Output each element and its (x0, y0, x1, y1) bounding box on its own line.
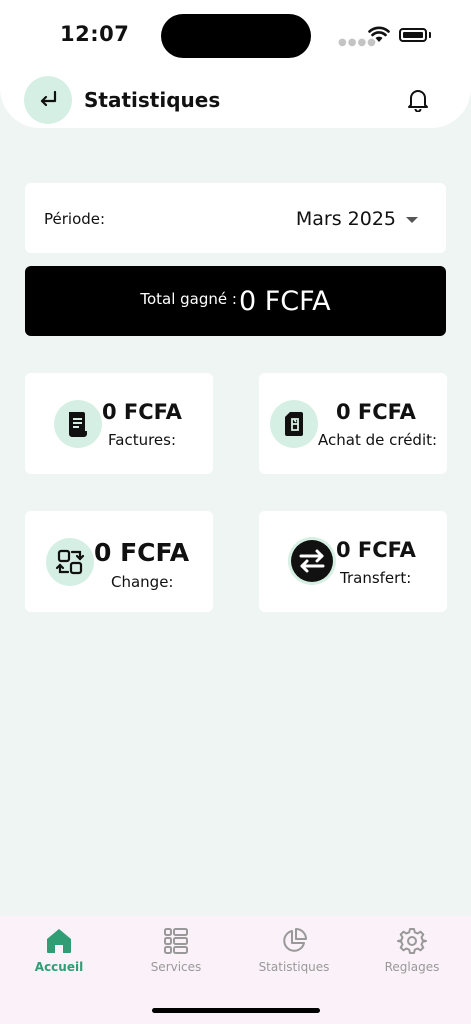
home-icon (47, 929, 71, 953)
stat-value: 0 FCFA (94, 538, 190, 567)
stat-label: Transfert: (340, 569, 412, 587)
period-selector[interactable]: Période: Mars 2025 (25, 183, 446, 253)
home-indicator (152, 1008, 320, 1013)
notifications-button[interactable] (405, 86, 431, 114)
back-button[interactable] (24, 76, 72, 124)
period-value: Mars 2025 (295, 208, 396, 230)
wifi-icon (368, 26, 390, 42)
stat-card-factures[interactable]: 0 FCFA Factures: (25, 373, 213, 474)
transfer-icon (288, 537, 336, 585)
services-icon (164, 928, 188, 954)
status-time: 12:07 (60, 22, 130, 46)
stat-label: Factures: (108, 431, 177, 449)
stat-value: 0 FCFA (102, 400, 182, 424)
tab-label: Accueil (34, 960, 84, 974)
pie-chart-icon (283, 928, 307, 952)
page-title: Statistiques (84, 88, 221, 112)
stat-value: 0 FCFA (336, 400, 416, 424)
tab-statistiques[interactable]: Statistiques (239, 926, 349, 986)
app-header: Statistiques (0, 70, 471, 128)
total-value: 0 FCFA (238, 285, 331, 317)
tab-services[interactable]: Services (121, 926, 231, 986)
stat-label: Change: (111, 573, 174, 591)
stat-card-change[interactable]: 0 FCFA Change: (25, 511, 213, 612)
return-arrow-icon (40, 90, 57, 107)
tab-accueil[interactable]: Accueil (4, 926, 114, 986)
stat-value: 0 FCFA (336, 538, 416, 562)
invoice-icon (54, 400, 102, 448)
total-earned-card: Total gagné : 0 FCFA (25, 266, 446, 336)
status-bar: 12:07 ●●●● (0, 0, 471, 70)
total-label: Total gagné : (140, 290, 237, 308)
battery-icon (399, 28, 427, 42)
bell-icon (408, 90, 428, 112)
sim-card-icon (270, 400, 318, 448)
exchange-icon (46, 538, 94, 586)
tab-label: Statistiques (258, 960, 330, 974)
tab-label: Reglages (384, 960, 440, 974)
stat-label: Achat de crédit: (318, 431, 438, 449)
period-label: Période: (44, 210, 106, 228)
dynamic-island (161, 14, 311, 58)
stat-card-achat-credit[interactable]: 0 FCFA Achat de crédit: (259, 373, 447, 474)
tab-reglages[interactable]: Reglages (357, 926, 467, 986)
tab-label: Services (150, 960, 202, 974)
caret-down-icon (406, 217, 418, 223)
gear-icon (397, 928, 427, 954)
stat-card-transfert[interactable]: 0 FCFA Transfert: (259, 511, 447, 612)
